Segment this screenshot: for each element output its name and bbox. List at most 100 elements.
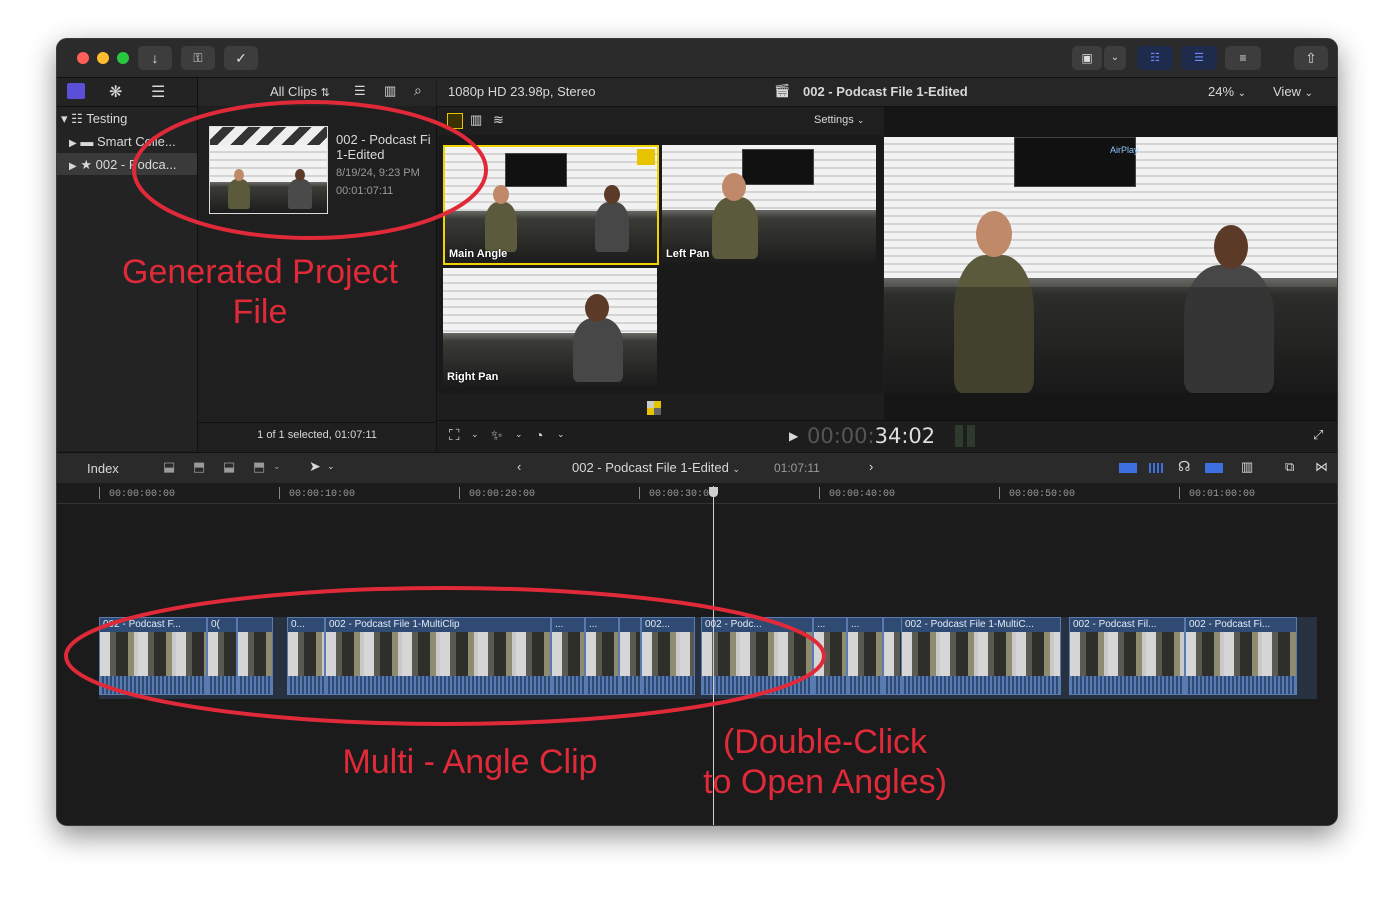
zoom-button[interactable] <box>117 52 129 64</box>
angle-bank-icon[interactable] <box>647 401 661 415</box>
libraries-icon[interactable] <box>67 83 85 99</box>
annotation-generated-project: Generated Project File <box>122 253 398 331</box>
clip-filter[interactable]: All Clips ⇅ <box>270 84 330 99</box>
format-label: 1080p HD 23.98p, Stereo <box>448 84 596 99</box>
chevron-down-icon[interactable]: ⌄ <box>557 429 565 440</box>
audio-active-icon <box>637 149 655 165</box>
back-icon[interactable]: ‹ <box>517 459 521 474</box>
ruler-label: 00:01:00:00 <box>1189 489 1256 500</box>
browser-toggle-icon[interactable]: ☷ <box>1137 46 1173 70</box>
fullscreen-icon[interactable]: ⤢ <box>1313 427 1323 443</box>
solo-icon[interactable] <box>1205 463 1223 473</box>
disclosure-closed-icon: ▶ <box>69 161 77 172</box>
enhance-wand-icon[interactable]: ✨︎ <box>491 427 503 444</box>
viewer-title: 002 - Podcast File 1-Edited <box>803 84 968 99</box>
import-icon[interactable]: ↓ <box>138 46 172 70</box>
library-icon: ☷ <box>71 111 83 126</box>
share-icon[interactable]: ⇧ <box>1294 46 1328 70</box>
toolbar: ↓ ⚿ ✓ ▣ ⌄ ☷ ☰ ≡ ⇧ <box>57 39 1337 78</box>
ruler-label: 00:00:40:00 <box>829 489 896 500</box>
annotation-ellipse-clips <box>64 586 826 726</box>
viewer-frame: AirPlay <box>884 137 1337 393</box>
checkmark-icon[interactable]: ✓ <box>224 46 258 70</box>
timeline-duration: 01:07:11 <box>774 461 820 475</box>
ruler-label: 00:00:00:00 <box>109 489 176 500</box>
play-icon[interactable]: ▶ <box>789 429 798 443</box>
skimming-icon[interactable] <box>1119 463 1137 473</box>
audio-meter <box>955 425 975 447</box>
audio-only-icon[interactable]: ≋ <box>493 112 504 128</box>
close-button[interactable] <box>77 52 89 64</box>
chevron-down-icon[interactable]: ⌄ <box>1104 46 1126 70</box>
photos-icon[interactable]: ❋ <box>109 82 122 102</box>
effects-browser-icon[interactable]: ⋈ <box>1315 459 1328 475</box>
view-menu[interactable]: View ⌄ <box>1273 84 1313 99</box>
disclosure-open-icon: ▾ <box>61 111 68 126</box>
connect-edit-icon[interactable]: ⬒ <box>253 459 265 475</box>
multicam-clip[interactable]: 002 - Podcast File 1-MultiC... <box>901 617 1061 695</box>
annotation-double-click: (Double-Click to Open Angles) <box>703 723 947 801</box>
search-icon[interactable]: ⌕ <box>414 82 422 99</box>
insert-edit-icon[interactable]: ⬒ <box>193 459 205 475</box>
viewer-display-icon[interactable]: ▣ <box>1072 46 1102 70</box>
filmstrip-icon[interactable]: ▥ <box>384 83 396 99</box>
ruler-label: 00:00:30:00 <box>649 489 716 500</box>
selection-status: 1 of 1 selected, 01:07:11 <box>257 429 377 441</box>
transform-icon[interactable]: ⛶ <box>449 427 460 444</box>
airplay-label: AirPlay <box>1110 145 1139 155</box>
project-clapper-icon: 🎬︎ <box>774 83 791 98</box>
clip-appearance-icon[interactable]: ⧉ <box>1285 459 1294 475</box>
folder-icon: ▬ <box>80 134 94 149</box>
annotation-ellipse-project <box>132 100 488 240</box>
angle-label: Left Pan <box>666 248 710 260</box>
multicam-clip[interactable]: ... <box>847 617 883 695</box>
timecode-display: 00:00:34:02 <box>807 424 936 448</box>
chevron-down-icon: ⌄ <box>856 115 865 125</box>
chevron-down-icon[interactable]: ⌄ <box>515 429 523 440</box>
disclosure-closed-icon: ▶ <box>69 138 77 149</box>
chevron-down-icon[interactable]: ⌄ <box>327 461 335 472</box>
zoom-menu[interactable]: 24% ⌄ <box>1208 84 1246 99</box>
annotation-multi-angle: Multi - Angle Clip <box>342 743 598 781</box>
select-tool-icon[interactable]: ➤ <box>309 458 321 475</box>
retime-icon[interactable]: ◔ <box>535 427 543 443</box>
chevron-down-icon[interactable]: ⌄ <box>273 461 281 472</box>
forward-icon[interactable]: › <box>869 459 873 474</box>
ruler-label: 00:00:20:00 <box>469 489 536 500</box>
multicam-clip[interactable]: 002 - Podcast Fi... <box>1185 617 1297 695</box>
angle-right-pan[interactable]: Right Pan <box>443 268 657 386</box>
audio-skimming-icon[interactable] <box>1149 463 1165 473</box>
multicam-clip[interactable]: 002 - Podcast Fil... <box>1069 617 1185 695</box>
ruler-label: 00:00:10:00 <box>289 489 356 500</box>
timeline-header: Index ⬓ ⬒ ⬓ ⬒ ⌄ ➤ ⌄ ‹ 002 - Podcast File… <box>57 452 1337 484</box>
angle-label: Main Angle <box>449 248 508 260</box>
chevron-down-icon: ⌄ <box>1237 88 1247 99</box>
index-button[interactable]: Index <box>87 461 119 476</box>
keyword-icon[interactable]: ⚿ <box>181 46 215 70</box>
angle-label: Right Pan <box>447 371 499 383</box>
playhead-handle[interactable] <box>709 487 718 497</box>
timeline-ruler[interactable]: 00:00:00:00 00:00:10:00 00:00:20:00 00:0… <box>57 483 1337 504</box>
timeline-toggle-icon[interactable]: ☰ <box>1181 46 1217 70</box>
chevron-down-icon[interactable]: ⌄ <box>471 429 479 440</box>
settings-menu[interactable]: Settings ⌄ <box>814 114 864 126</box>
chevron-down-icon: ⌄ <box>1304 88 1313 99</box>
list-view-icon[interactable]: ☰ <box>354 83 366 99</box>
minimize-button[interactable] <box>97 52 109 64</box>
overwrite-edit-icon[interactable]: ⬓ <box>223 459 235 475</box>
headphones-icon[interactable]: ☊ <box>1178 458 1190 475</box>
angle-left-pan[interactable]: Left Pan <box>662 145 876 263</box>
angle-viewer-toolbar: ▥ ≋ Settings ⌄ <box>437 107 883 135</box>
angle-viewer: Main Angle Left Pan Right Pan <box>437 135 883 415</box>
transport-bar: ⛶ ⌄ ✨︎ ⌄ ◔ ⌄ ▶ 00:00:34:02 ⤢ <box>437 420 1337 452</box>
event-star-icon: ★ <box>80 157 92 172</box>
timeline-title[interactable]: 002 - Podcast File 1-Edited ⌄ <box>572 460 740 475</box>
append-edit-icon[interactable]: ⬓ <box>163 459 175 475</box>
snapping-icon[interactable]: ▥ <box>1241 459 1253 475</box>
chevron-down-icon: ⌄ <box>732 464 740 474</box>
library-item[interactable]: ▾ ☷ Testing <box>61 111 127 127</box>
inspector-toggle-icon[interactable]: ≡ <box>1225 46 1261 70</box>
ruler-label: 00:00:50:00 <box>1009 489 1076 500</box>
viewer: AirPlay <box>884 107 1337 425</box>
viewer-header: 1080p HD 23.98p, Stereo 🎬︎ 002 - Podcast… <box>437 78 1337 107</box>
